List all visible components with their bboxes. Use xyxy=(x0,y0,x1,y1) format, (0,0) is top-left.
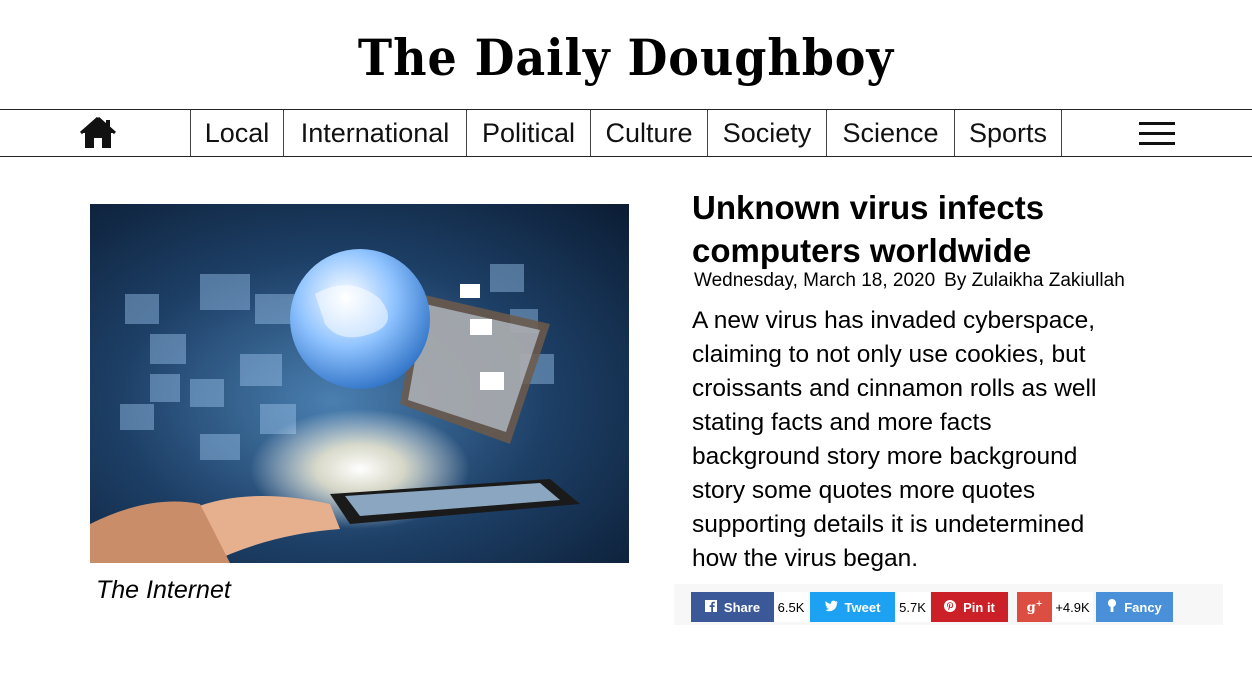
nav-item-culture[interactable]: Culture xyxy=(590,110,707,156)
body-line: stating facts and more facts xyxy=(692,409,992,436)
body-line: supporting details it is undetermined xyxy=(692,511,1085,538)
google-plus-button[interactable]: g+ xyxy=(1017,592,1052,622)
facebook-icon xyxy=(704,599,717,615)
masthead-title: The Daily Doughboy xyxy=(357,28,895,87)
article-meta: Wednesday, March 18, 2020 By Zulaikha Zak… xyxy=(694,270,1125,292)
headline-line-1: Unknown virus infects xyxy=(692,189,1045,226)
article-body: A new virus has invaded cyberspace, clai… xyxy=(692,304,1212,576)
headline-line-2: computers worldwide xyxy=(692,232,1032,269)
body-line: claiming to not only use cookies, but xyxy=(692,341,1086,368)
share-bar: Share 6.5K Tweet 5.7K Pin it g+ +4.9K Fa… xyxy=(674,584,1223,625)
nav-item-local[interactable]: Local xyxy=(190,110,283,156)
facebook-share-label: Share xyxy=(723,599,761,615)
pinterest-pin-button[interactable]: Pin it xyxy=(931,592,1008,622)
pinterest-icon xyxy=(944,599,957,615)
body-line: croissants and cinnamon rolls as well xyxy=(692,375,1097,402)
pinterest-pin-label: Pin it xyxy=(963,599,995,615)
nav-item-international[interactable]: International xyxy=(283,110,466,156)
nav-item-political[interactable]: Political xyxy=(466,110,590,156)
fancy-label: Fancy xyxy=(1124,599,1162,615)
home-icon[interactable] xyxy=(78,114,118,152)
twitter-icon xyxy=(824,600,838,615)
nav-item-sports[interactable]: Sports xyxy=(954,110,1062,156)
article-hero-image xyxy=(90,204,629,563)
fancy-button[interactable]: Fancy xyxy=(1096,592,1173,622)
google-plus-count: +4.9K xyxy=(1052,592,1093,622)
hamburger-menu-icon[interactable] xyxy=(1139,122,1175,145)
body-line: how the virus began. xyxy=(692,545,919,572)
article-byline: By Zulaikha Zakiullah xyxy=(944,270,1125,291)
body-line: A new virus has invaded cyberspace, xyxy=(692,307,1096,334)
article-headline[interactable]: Unknown virus infects computers worldwid… xyxy=(692,186,1212,272)
main-navigation: Local International Political Culture So… xyxy=(0,109,1252,157)
fancy-icon xyxy=(1107,599,1117,615)
facebook-share-count: 6.5K xyxy=(774,592,808,622)
nav-item-science[interactable]: Science xyxy=(826,110,954,156)
body-line: background story more background xyxy=(692,443,1078,470)
twitter-tweet-label: Tweet xyxy=(844,599,881,615)
body-line: story some quotes more quotes xyxy=(692,477,1036,504)
nav-item-society[interactable]: Society xyxy=(707,110,826,156)
google-plus-icon: g+ xyxy=(1026,598,1043,616)
image-caption: The Internet xyxy=(96,576,231,604)
article-date: Wednesday, March 18, 2020 xyxy=(694,270,936,291)
facebook-share-button[interactable]: Share xyxy=(691,592,774,622)
twitter-tweet-count: 5.7K xyxy=(895,592,930,622)
twitter-tweet-button[interactable]: Tweet xyxy=(810,592,895,622)
